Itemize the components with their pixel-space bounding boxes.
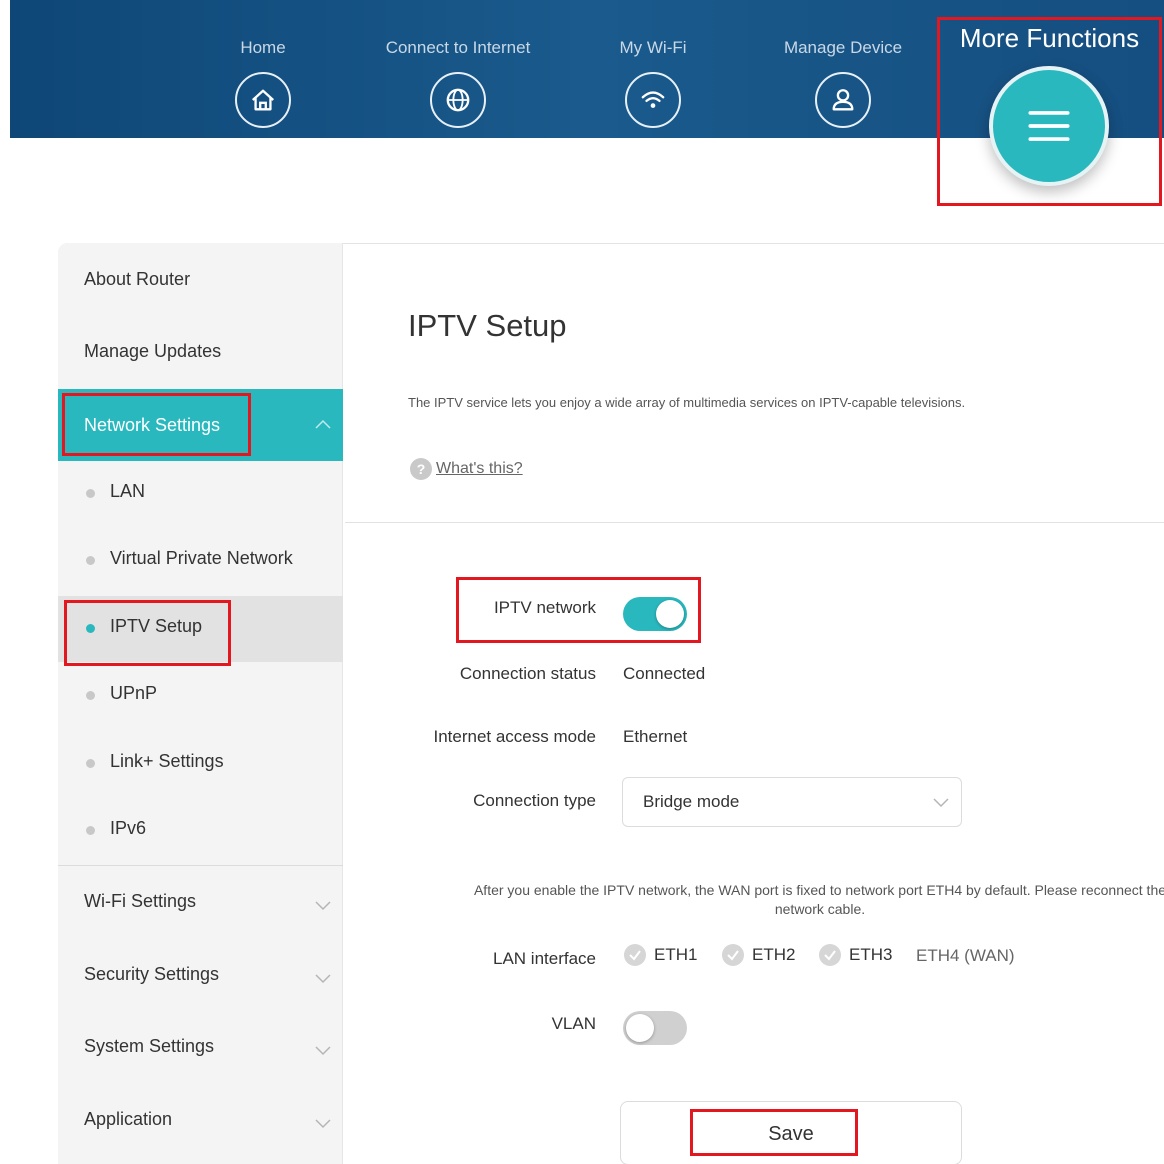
lan-port-eth1-checkbox[interactable]: ETH1 xyxy=(624,944,697,966)
sidebar-item-label: Virtual Private Network xyxy=(110,548,293,568)
nav-my-wifi-label: My Wi-Fi xyxy=(619,38,687,57)
whats-this-label: What's this? xyxy=(436,460,523,477)
check-icon xyxy=(722,944,744,966)
section-divider xyxy=(345,522,1164,523)
nav-my-wifi[interactable]: My Wi-Fi xyxy=(563,38,743,128)
lan-port-label: ETH3 xyxy=(849,945,893,964)
sidebar-item-label: IPv6 xyxy=(110,818,147,838)
sidebar-divider xyxy=(58,865,343,866)
bullet-icon xyxy=(86,489,95,498)
sidebar-group-label: Security Settings xyxy=(84,964,220,984)
chevron-down-icon xyxy=(313,895,333,915)
vlan-label: VLAN xyxy=(551,1014,596,1033)
sidebar-item-vpn[interactable]: Virtual Private Network xyxy=(58,528,343,594)
chevron-down-icon xyxy=(313,1113,333,1133)
nav-home[interactable]: Home xyxy=(173,38,353,128)
chevron-down-icon xyxy=(313,1040,333,1060)
access-mode-value: Ethernet xyxy=(623,727,688,746)
save-button[interactable]: Save xyxy=(620,1101,962,1164)
chevron-up-icon xyxy=(313,415,333,435)
iptv-network-label: IPTV network xyxy=(493,598,596,617)
sidebar-item-label: IPTV Setup xyxy=(110,616,203,636)
menu-icon[interactable] xyxy=(989,66,1109,186)
page-title: IPTV Setup xyxy=(408,308,567,343)
sidebar-item-label: Link+ Settings xyxy=(110,751,224,771)
sidebar-item-label: About Router xyxy=(84,269,191,289)
connection-status-value: Connected xyxy=(623,664,706,683)
bullet-icon xyxy=(86,624,95,633)
chevron-down-icon xyxy=(313,968,333,988)
bullet-icon xyxy=(86,759,95,768)
bullet-icon xyxy=(86,556,95,565)
sidebar-item-label: Manage Updates xyxy=(84,341,222,361)
nav-manage-device[interactable]: Manage Device xyxy=(753,38,933,128)
sidebar-item-label: UPnP xyxy=(110,683,158,703)
sidebar-group-label: Wi-Fi Settings xyxy=(84,891,197,911)
connection-type-label: Connection type xyxy=(473,791,596,810)
iptv-network-toggle[interactable] xyxy=(623,597,687,631)
page-description: The IPTV service lets you enjoy a wide a… xyxy=(408,395,966,410)
sidebar-group-application[interactable]: Application xyxy=(58,1109,343,1133)
nav-home-label: Home xyxy=(240,38,286,57)
connection-type-value: Bridge mode xyxy=(643,792,740,811)
sidebar-item-upnp[interactable]: UPnP xyxy=(58,663,343,729)
lan-port-label: ETH2 xyxy=(752,945,796,964)
help-icon: ? xyxy=(410,458,432,480)
chevron-down-icon xyxy=(931,792,951,812)
home-icon xyxy=(235,72,291,128)
connection-status-label: Connection status xyxy=(459,664,596,683)
check-icon xyxy=(624,944,646,966)
nav-manage-device-label: Manage Device xyxy=(783,38,903,57)
nav-connect-internet[interactable]: Connect to Internet xyxy=(368,38,548,128)
wan-port-note: After you enable the IPTV network, the W… xyxy=(473,882,1164,917)
sidebar-item-label: LAN xyxy=(110,481,146,501)
sidebar-item-iptv-setup[interactable]: IPTV Setup xyxy=(58,596,343,662)
sidebar-group-system-settings[interactable]: System Settings xyxy=(58,1036,343,1060)
user-icon xyxy=(815,72,871,128)
sidebar-group-wifi-settings[interactable]: Wi-Fi Settings xyxy=(58,891,343,915)
wifi-icon xyxy=(625,72,681,128)
nav-connect-internet-label: Connect to Internet xyxy=(385,38,531,57)
lan-port-eth2-checkbox[interactable]: ETH2 xyxy=(722,944,795,966)
wan-port-label: ETH4 (WAN) xyxy=(916,946,1015,965)
sidebar-group-security-settings[interactable]: Security Settings xyxy=(58,964,343,988)
lan-port-eth3-checkbox[interactable]: ETH3 xyxy=(819,944,892,966)
sidebar-group-label: Application xyxy=(84,1109,173,1129)
bullet-icon xyxy=(86,826,95,835)
sidebar-group-network-settings[interactable]: Network Settings xyxy=(58,389,343,461)
more-functions[interactable]: More Functions xyxy=(937,18,1162,206)
access-mode-label: Internet access mode xyxy=(433,727,596,746)
bullet-icon xyxy=(86,691,95,700)
vlan-toggle[interactable] xyxy=(623,1011,687,1045)
whats-this-link[interactable]: ? What's this? xyxy=(410,458,523,480)
sidebar-item-link-plus-settings[interactable]: Link+ Settings xyxy=(58,731,343,797)
sidebar-item-ipv6[interactable]: IPv6 xyxy=(58,798,343,864)
sidebar-item-lan[interactable]: LAN xyxy=(58,461,343,527)
sidebar-group-label: Network Settings xyxy=(84,415,221,435)
connection-type-select[interactable]: Bridge mode xyxy=(622,777,962,827)
toggle-knob xyxy=(626,1014,654,1042)
more-functions-label: More Functions xyxy=(959,23,1140,53)
lan-port-label: ETH1 xyxy=(654,945,698,964)
sidebar: About Router Manage Updates Network Sett… xyxy=(58,243,343,1164)
globe-icon xyxy=(430,72,486,128)
sidebar-group-label: System Settings xyxy=(84,1036,215,1056)
lan-interface-label: LAN interface xyxy=(493,949,596,968)
toggle-knob xyxy=(656,600,684,628)
check-icon xyxy=(819,944,841,966)
